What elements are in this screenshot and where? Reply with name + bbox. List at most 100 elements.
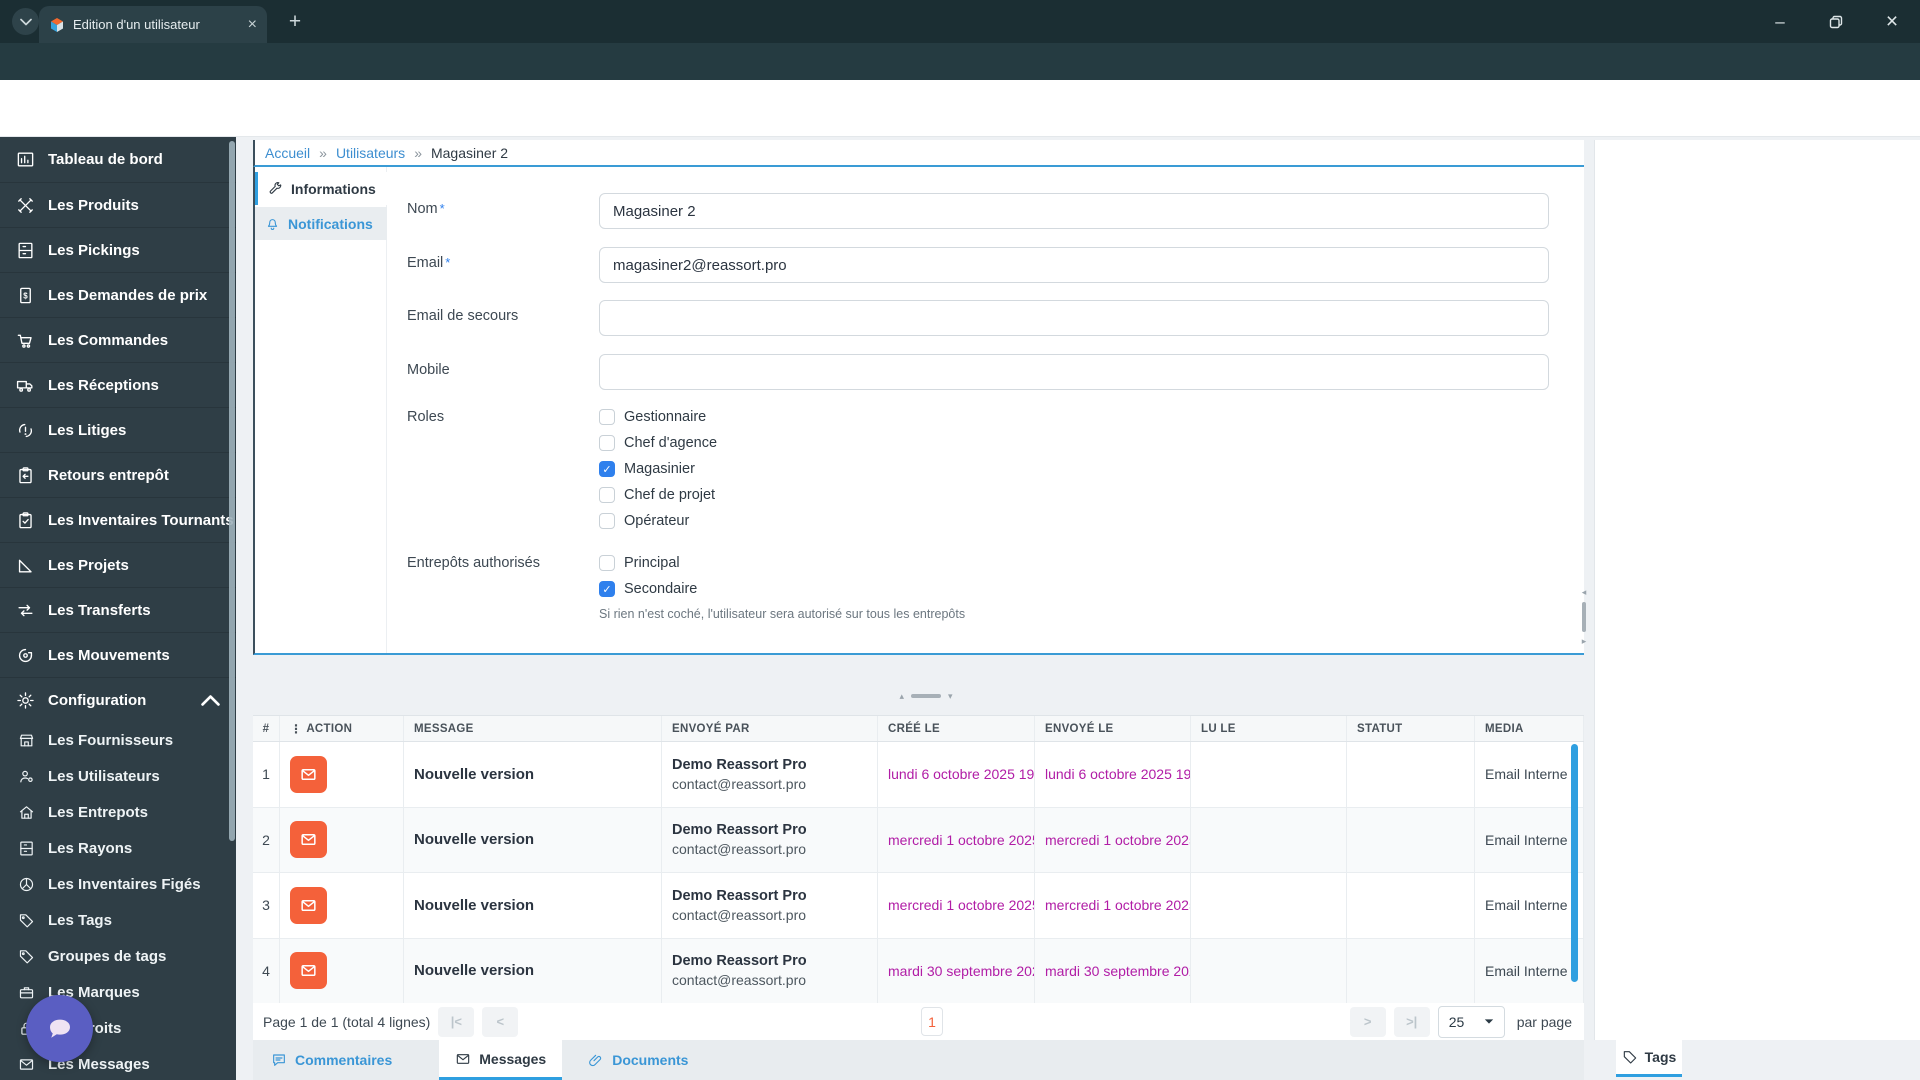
checkbox-checked[interactable]: ✓ xyxy=(599,461,615,477)
sidebar-item-inventaires-tournants[interactable]: Les Inventaires Tournants xyxy=(0,497,236,542)
new-tab-button[interactable]: + xyxy=(282,9,308,35)
sidebar-item-mouvements[interactable]: Les Mouvements xyxy=(0,632,236,677)
mobile-label: Mobile xyxy=(407,362,450,378)
table-scrollbar[interactable] xyxy=(1571,744,1578,982)
tab-search-button[interactable] xyxy=(12,8,39,35)
first-page-button[interactable]: |< xyxy=(438,1006,475,1037)
collapse-right-icon: ▸ xyxy=(1581,636,1587,646)
window-minimize-button[interactable]: – xyxy=(1752,0,1808,43)
tab-commentaires[interactable]: Commentaires xyxy=(255,1040,408,1080)
tab-documents[interactable]: Documents xyxy=(572,1040,704,1080)
sidebar-item-rayons[interactable]: Les Rayons xyxy=(0,830,236,866)
tab-tags[interactable]: Tags xyxy=(1616,1040,1682,1077)
tab-messages[interactable]: Messages xyxy=(439,1040,563,1080)
sidebar-item-configuration[interactable]: Configuration xyxy=(0,677,236,722)
entrepot-secondaire[interactable]: ✓ Secondaire xyxy=(599,579,697,599)
row-number: 4 xyxy=(253,938,280,1003)
tags-icon xyxy=(19,949,34,963)
col-header-cree-le[interactable]: CRÉÉ LE xyxy=(878,716,1035,741)
role-magasinier[interactable]: ✓ Magasinier xyxy=(599,459,717,479)
tag-icon xyxy=(19,913,34,927)
checkbox-checked[interactable]: ✓ xyxy=(599,581,615,597)
sidebar-item-tableau-de-bord[interactable]: Tableau de bord xyxy=(0,137,236,182)
table-row: 1 Nouvelle version Demo Reassort Pro cont… xyxy=(253,742,1584,808)
sidebar-item-commandes[interactable]: Les Commandes xyxy=(0,317,236,362)
breadcrumb-users-link[interactable]: Utilisateurs xyxy=(336,145,405,161)
breadcrumb-separator: » xyxy=(319,144,327,161)
sidebar-item-inventaires-figes[interactable]: Les Inventaires Figés xyxy=(0,866,236,902)
read-cell xyxy=(1191,938,1347,1003)
sidebar-item-projets[interactable]: Les Projets xyxy=(0,542,236,587)
entrepot-principal[interactable]: Principal xyxy=(599,553,697,573)
window-close-button[interactable]: × xyxy=(1864,0,1920,43)
sidebar-item-transferts[interactable]: Les Transferts xyxy=(0,587,236,632)
tab-close-icon[interactable]: × xyxy=(248,16,257,33)
vertical-splitter[interactable]: ◂ ▸ xyxy=(1577,587,1591,647)
browser-toolbar: ← → demo.reassort.pro/utilisateur/711791… xyxy=(0,43,1920,119)
checkbox[interactable] xyxy=(599,435,615,451)
sidebar-item-entrepots[interactable]: Les Entrepots xyxy=(0,794,236,830)
send-mail-action-button[interactable] xyxy=(290,821,327,859)
sender-cell: Demo Reassort Pro contact@reassort.pro xyxy=(662,742,878,807)
breadcrumb-home-link[interactable]: Accueil xyxy=(265,145,310,161)
message-cell: Nouvelle version xyxy=(404,873,662,938)
sidebar-item-retours-entrepot[interactable]: Retours entrepôt xyxy=(0,452,236,497)
checkbox[interactable] xyxy=(599,513,615,529)
breadcrumb-separator: » xyxy=(414,144,422,161)
nom-label: Nom * xyxy=(407,201,445,217)
role-chef-agence[interactable]: Chef d'agence xyxy=(599,433,717,453)
col-header-message[interactable]: MESSAGE xyxy=(404,716,662,741)
sidebar-item-groupes-de-tags[interactable]: Groupes de tags xyxy=(0,938,236,974)
chat-widget-button[interactable] xyxy=(26,995,93,1062)
sender-cell: Demo Reassort Pro contact@reassort.pro xyxy=(662,938,878,1003)
email-secours-input[interactable] xyxy=(599,300,1549,336)
last-page-button[interactable]: >| xyxy=(1393,1006,1430,1037)
sidebar-scrollbar[interactable] xyxy=(229,141,235,841)
send-mail-action-button[interactable] xyxy=(290,755,327,793)
sidebar-item-utilisateurs[interactable]: Les Utilisateurs xyxy=(0,758,236,794)
table-header-row: # ⋮ ACTION MESSAGE ENVOYÉ PAR CRÉÉ LE ENV… xyxy=(253,716,1584,742)
sidebar-item-fournisseurs[interactable]: Les Fournisseurs xyxy=(0,722,236,758)
sidebar-item-receptions[interactable]: Les Réceptions xyxy=(0,362,236,407)
rack-icon xyxy=(20,841,33,855)
horizontal-splitter[interactable]: ▴ ▾ xyxy=(896,688,956,704)
col-header-statut[interactable]: STATUT xyxy=(1347,716,1475,741)
col-header-envoye-par[interactable]: ENVOYÉ PAR xyxy=(662,716,878,741)
email-input[interactable] xyxy=(599,247,1549,283)
per-page-select[interactable]: 25 xyxy=(1437,1005,1505,1038)
checkbox[interactable] xyxy=(599,487,615,503)
sent-cell: mercredi 1 octobre 2025 xyxy=(1035,873,1191,938)
col-header-media[interactable]: MEDIA xyxy=(1475,716,1584,741)
return-icon xyxy=(19,466,32,483)
window-restore-button[interactable] xyxy=(1808,0,1864,43)
checkbox[interactable] xyxy=(599,555,615,571)
tab-title: Edition d'un utilisateur xyxy=(73,17,200,32)
nom-input[interactable] xyxy=(599,193,1549,229)
role-chef-de-projet[interactable]: Chef de projet xyxy=(599,485,717,505)
col-header-num[interactable]: # xyxy=(253,716,280,741)
sidebar-item-litiges[interactable]: Les Litiges xyxy=(0,407,236,452)
col-header-action[interactable]: ⋮ ACTION xyxy=(280,716,404,741)
roles-label: Roles xyxy=(407,409,445,425)
prev-page-button[interactable]: < xyxy=(482,1006,519,1037)
checkbox[interactable] xyxy=(599,409,615,425)
send-mail-action-button[interactable] xyxy=(290,886,327,924)
email-secours-label: Email de secours xyxy=(407,308,519,324)
col-header-lu-le[interactable]: LU LE xyxy=(1191,716,1347,741)
col-header-envoye-le[interactable]: ENVOYÉ LE xyxy=(1035,716,1191,741)
sidebar-item-pickings[interactable]: Les Pickings xyxy=(0,227,236,272)
role-operateur[interactable]: Opérateur xyxy=(599,511,717,531)
mobile-input[interactable] xyxy=(599,354,1549,390)
role-gestionnaire[interactable]: Gestionnaire xyxy=(599,407,717,427)
tab-informations[interactable]: Informations xyxy=(255,172,387,205)
sidebar-item-demandes-de-prix[interactable]: $ Les Demandes de prix xyxy=(0,272,236,317)
tab-notifications[interactable]: Notifications xyxy=(255,207,387,240)
send-mail-action-button[interactable] xyxy=(290,952,327,990)
sidebar-item-tags[interactable]: Les Tags xyxy=(0,902,236,938)
collapse-down-icon: ▾ xyxy=(948,690,953,701)
next-page-button[interactable]: > xyxy=(1349,1006,1386,1037)
sidebar-item-produits[interactable]: Les Produits xyxy=(0,182,236,227)
page-number-button[interactable]: 1 xyxy=(921,1007,943,1036)
media-cell: Email Interne xyxy=(1475,742,1584,807)
browser-tab[interactable]: Edition d'un utilisateur × xyxy=(39,6,267,43)
